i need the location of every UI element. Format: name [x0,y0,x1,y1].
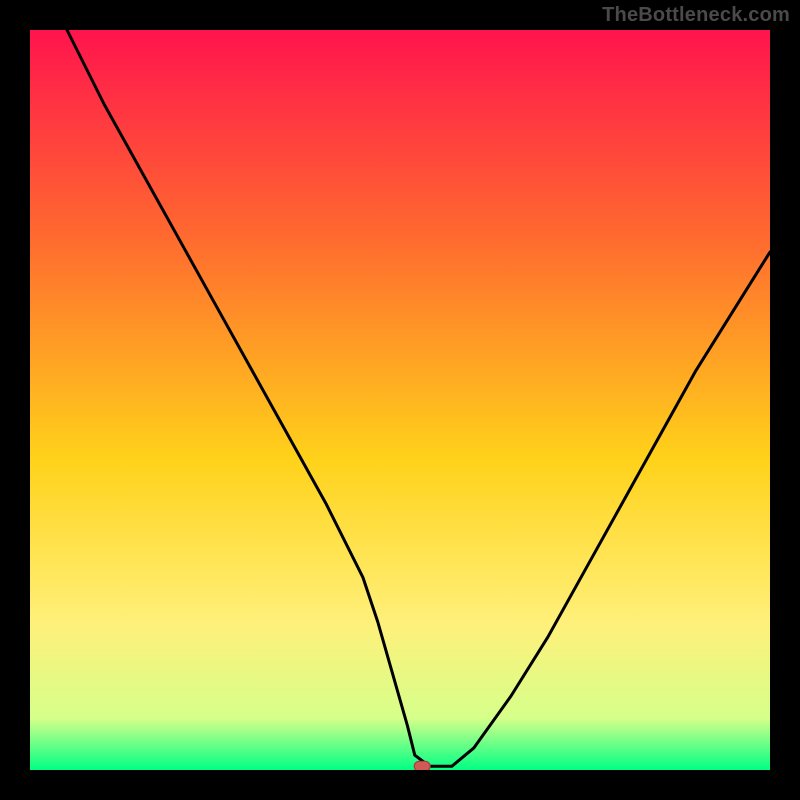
plot-svg [30,30,770,770]
chart-frame: TheBottleneck.com [0,0,800,800]
plot-area [30,30,770,770]
gradient-background [30,30,770,770]
watermark-text: TheBottleneck.com [602,4,790,27]
optimum-marker [414,761,430,770]
